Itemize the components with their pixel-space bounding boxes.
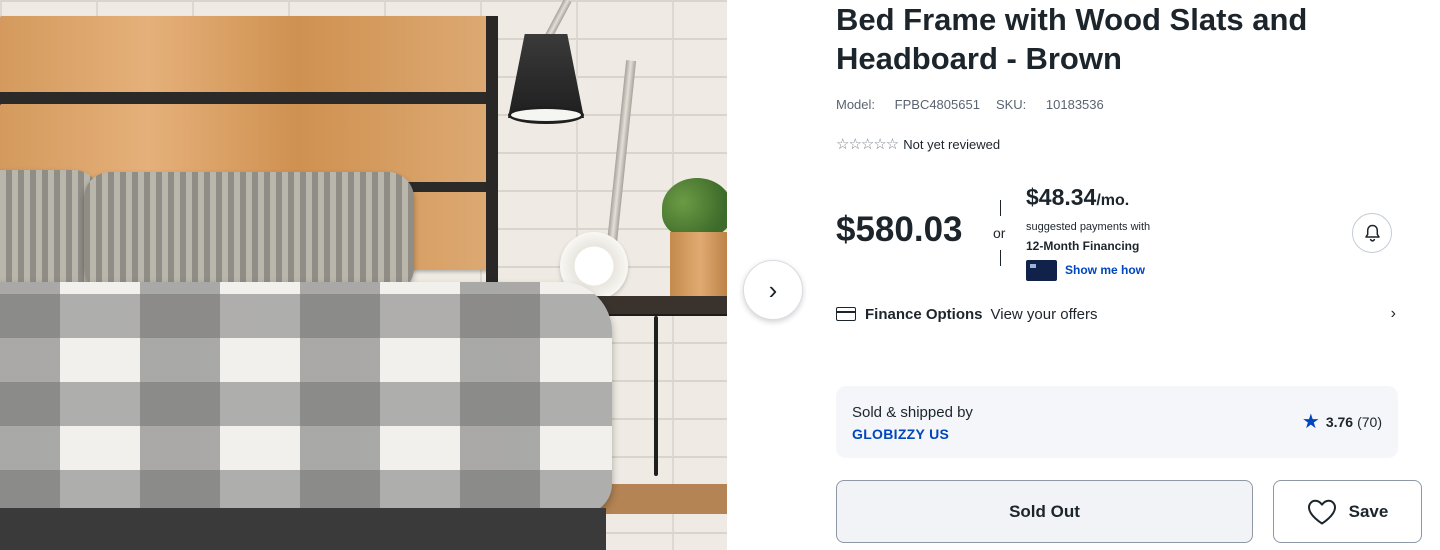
sold-shipped-label: Sold & shipped by — [852, 404, 973, 421]
price-alert-button[interactable] — [1352, 213, 1392, 253]
sku-label: SKU: — [995, 97, 1027, 112]
lamp-cable — [654, 316, 658, 476]
sku-value: 10183536 — [1045, 97, 1104, 112]
product-price: $580.03 — [836, 210, 963, 249]
finance-options-label: Finance Options — [865, 305, 983, 323]
financing-term: 12-Month Financing — [1026, 239, 1140, 253]
seller-panel: Sold & shipped by GLOBIZZY US ★ 3.76 (70… — [836, 386, 1398, 458]
sold-out-button[interactable]: Sold Out — [836, 480, 1253, 543]
headboard-post — [486, 16, 498, 316]
save-button[interactable]: Save — [1273, 480, 1422, 543]
credit-card-icon — [836, 307, 856, 321]
seller-rating-count: (70) — [1357, 414, 1382, 430]
product-title: Bed Frame with Wood Slats and Headboard … — [836, 2, 1308, 76]
sku-number: SKU: 10183536 — [996, 97, 1104, 112]
show-me-how-link[interactable]: Show me how — [1065, 263, 1145, 277]
bell-icon — [1364, 224, 1380, 242]
seller-name-link[interactable]: GLOBIZZY US — [852, 426, 949, 442]
mattress — [0, 282, 612, 514]
sold-out-label: Sold Out — [1009, 501, 1080, 521]
product-image[interactable] — [0, 0, 727, 550]
plant-pot — [670, 232, 727, 306]
seller-rating[interactable]: ★ 3.76 (70) — [1301, 411, 1382, 433]
model-value: FPBC4805651 — [894, 97, 980, 112]
model-number: Model: FPBC4805651 — [836, 97, 980, 112]
chevron-right-icon: › — [1390, 305, 1396, 322]
monthly-unit: /mo. — [1096, 192, 1130, 209]
product-rating[interactable]: ☆☆☆☆☆ Not yet reviewed — [836, 135, 1000, 153]
nightstand-shelf — [600, 484, 727, 514]
monthly-price: $48.34/mo. — [1026, 184, 1129, 211]
plant — [662, 178, 727, 238]
pillow — [84, 172, 414, 294]
star-outline-icon: ☆☆☆☆☆ — [836, 136, 899, 153]
chevron-right-icon: › — [768, 274, 778, 305]
monthly-amount: $48.34 — [1026, 184, 1097, 210]
price-or-divider: or — [992, 198, 1010, 268]
heart-icon — [1307, 499, 1336, 524]
divider-line — [1000, 200, 1001, 216]
or-text: or — [993, 225, 1006, 241]
model-label: Model: — [836, 97, 876, 112]
finance-options-row[interactable]: Finance Options View your offers › — [836, 303, 1396, 325]
bed-frame-base — [0, 508, 606, 550]
star-filled-icon: ★ — [1301, 411, 1320, 433]
financing-note: suggested payments with — [1026, 221, 1151, 233]
divider-line — [1000, 250, 1001, 266]
credit-card-icon — [1026, 260, 1057, 281]
view-offers-link: View your offers — [990, 305, 1098, 323]
save-label: Save — [1348, 501, 1389, 521]
seller-rating-value: 3.76 — [1325, 414, 1354, 430]
rating-text: Not yet reviewed — [903, 136, 1001, 152]
lamp-shade-rim — [508, 106, 584, 124]
product-meta: Model: FPBC4805651 SKU: 10183536 — [836, 97, 1104, 112]
headboard-slat-top — [0, 16, 496, 94]
next-image-button[interactable]: › — [743, 260, 803, 320]
